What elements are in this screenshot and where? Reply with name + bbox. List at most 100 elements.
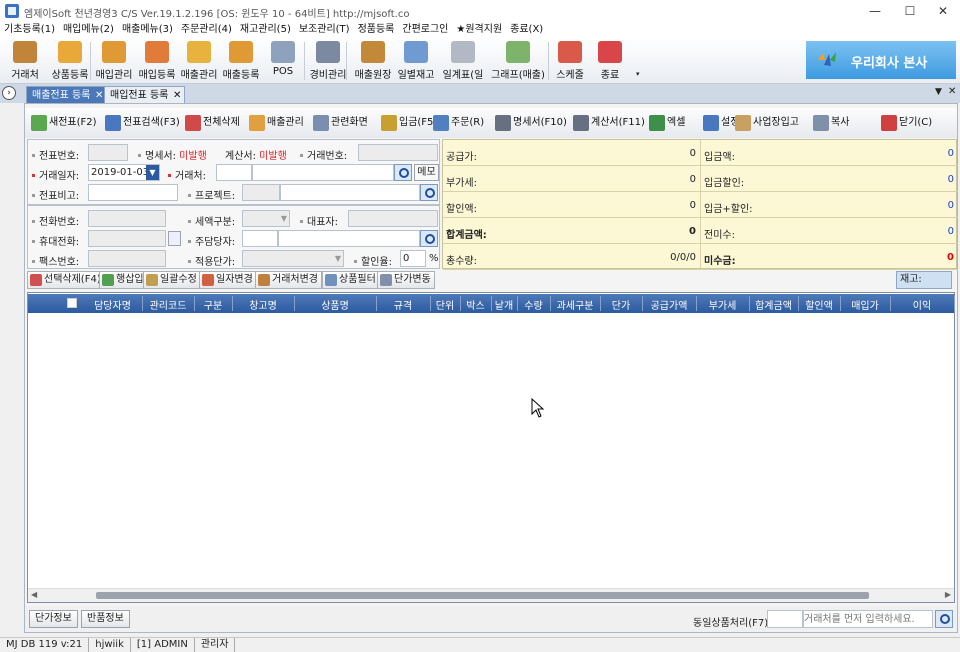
fax-field[interactable] xyxy=(88,250,166,267)
column-header[interactable]: 합계금액 xyxy=(749,297,798,312)
mobile-field[interactable] xyxy=(88,230,166,247)
date-dropdown-icon[interactable]: ▼ xyxy=(146,165,159,180)
tab-purchase-slip[interactable]: 매입전표 등록 ✕ xyxy=(104,86,186,104)
toolbar-sales-manage-button[interactable]: 매출관리 xyxy=(178,40,220,82)
return-info-button[interactable]: 반품정보 xyxy=(81,610,130,628)
collapse-panel-icon[interactable]: › xyxy=(2,86,16,100)
action-button[interactable]: 전체삭제 xyxy=(183,112,240,134)
toolbar-pos-button[interactable]: POS xyxy=(262,40,304,82)
project-code-field[interactable] xyxy=(242,184,280,201)
row-action-button[interactable]: 일괄수정 xyxy=(143,271,201,289)
action-button[interactable]: 사업장입고 xyxy=(733,112,799,134)
column-header[interactable]: 규격 xyxy=(376,297,430,312)
manager-search-icon[interactable] xyxy=(420,230,438,247)
action-button[interactable]: 전표검색(F3) xyxy=(103,112,180,134)
action-button[interactable]: 계산서(F11) xyxy=(571,112,645,134)
action-button[interactable]: 입금(F5) xyxy=(379,112,437,134)
manager-code-field[interactable] xyxy=(242,230,278,247)
project-search-icon[interactable] xyxy=(420,184,438,201)
scroll-left-icon[interactable]: ◀ xyxy=(31,590,37,599)
column-header[interactable]: 창고명 xyxy=(232,297,294,312)
column-header[interactable]: 관리코드 xyxy=(142,297,194,312)
memo-button[interactable]: 메모 xyxy=(414,164,439,181)
toolbar-exit-button[interactable]: 종료 xyxy=(592,40,628,82)
tax-type-select[interactable]: ▼ xyxy=(242,210,290,227)
toolbar-purchase-manage-button[interactable]: 매입관리 xyxy=(92,40,136,82)
row-action-button[interactable]: 일자변경 xyxy=(199,271,257,289)
customer-search-icon[interactable] xyxy=(394,164,412,181)
close-icon[interactable]: ✕ xyxy=(95,87,103,104)
column-divider[interactable] xyxy=(954,296,955,311)
menu-item[interactable]: 간편로그인 xyxy=(398,22,452,38)
scroll-right-icon[interactable]: ▶ xyxy=(945,590,951,599)
column-header[interactable]: 공급가액 xyxy=(642,297,696,312)
column-header[interactable]: 구분 xyxy=(194,297,232,312)
customer-code-field[interactable] xyxy=(216,164,252,181)
minimize-button[interactable]: — xyxy=(860,2,890,20)
toolbar-calendar-button[interactable]: 스케줄 xyxy=(550,40,590,82)
apply-price-select[interactable]: ▼ xyxy=(242,250,344,267)
column-header[interactable]: 할인액 xyxy=(798,297,840,312)
close-button[interactable]: ✕ xyxy=(928,2,958,20)
toolbar-product-register-button[interactable]: 상품등록 xyxy=(48,40,92,82)
column-header[interactable]: 단위 xyxy=(430,297,460,312)
toolbar-purchase-register-button[interactable]: 매입등록 xyxy=(136,40,178,82)
select-all-checkbox[interactable] xyxy=(67,298,77,308)
close-icon[interactable]: ✕ xyxy=(173,87,181,104)
column-header[interactable]: 담당자명 xyxy=(83,297,142,312)
project-name-field[interactable] xyxy=(280,184,420,201)
phone-book-icon[interactable] xyxy=(168,231,181,246)
toolbar-overflow-icon[interactable]: ▾ xyxy=(636,70,640,78)
slip-items-grid[interactable]: 담당자명 관리코드 구분 창고명 상품명 규격 단위 박스 낱개 수량 과세구분 단가 공급가액 부가세 합… xyxy=(27,292,955,603)
action-button[interactable]: 새전표(F2) xyxy=(29,112,97,134)
price-info-button[interactable]: 단가정보 xyxy=(29,610,78,628)
ceo-field[interactable] xyxy=(348,210,438,227)
row-action-button[interactable]: 상품필터 xyxy=(322,271,380,289)
maximize-button[interactable]: ☐ xyxy=(895,2,925,20)
horizontal-scrollbar[interactable]: ◀ ▶ xyxy=(28,588,954,602)
menu-item[interactable]: 기초등록(1) xyxy=(0,22,59,38)
toolbar-customer-button[interactable]: 거래처 xyxy=(4,40,46,82)
scroll-thumb[interactable] xyxy=(96,592,869,599)
customer-name-field[interactable] xyxy=(252,164,394,181)
toolbar-daily-report-button[interactable]: 일계표(일반) xyxy=(438,40,488,96)
action-button[interactable]: 복사 xyxy=(811,112,849,134)
toolbar-expense-button[interactable]: 경비관리 xyxy=(306,40,350,82)
column-header[interactable]: 낱개 xyxy=(491,297,517,312)
tab-list-dropdown-icon[interactable]: ▼ xyxy=(935,87,942,97)
toolbar-sales-register-button[interactable]: 매출등록 xyxy=(220,40,262,82)
menu-item[interactable]: 보조관리(T) xyxy=(295,22,354,38)
slip-note-field[interactable] xyxy=(88,184,178,201)
product-search-input[interactable] xyxy=(803,610,933,628)
menu-item[interactable]: ★원격지원 xyxy=(452,22,506,38)
menu-item[interactable]: 재고관리(5) xyxy=(236,22,295,38)
menu-item[interactable]: 정품등록 xyxy=(354,22,399,38)
toolbar-sales-ledger-button[interactable]: 매출원장 xyxy=(352,40,394,82)
action-button[interactable]: 엑셀 xyxy=(647,112,685,134)
row-action-button[interactable]: 선택삭제(F4) xyxy=(27,271,105,289)
column-header[interactable]: 박스 xyxy=(460,297,491,312)
action-button[interactable]: 명세서(F10) xyxy=(493,112,567,134)
column-header[interactable]: 부가세 xyxy=(696,297,749,312)
phone-field[interactable] xyxy=(88,210,166,227)
action-button[interactable]: 닫기(C) xyxy=(879,112,932,134)
action-button[interactable]: 매출관리 xyxy=(247,112,304,134)
menu-item[interactable]: 매출메뉴(3) xyxy=(118,22,177,38)
same-product-field[interactable] xyxy=(767,610,803,628)
column-header[interactable]: 단가 xyxy=(600,297,642,312)
toolbar-graph-button[interactable]: 그래프(매출) xyxy=(490,40,546,82)
slip-no-field[interactable] xyxy=(88,144,128,161)
menu-item[interactable]: 종료(X) xyxy=(506,22,547,38)
column-header[interactable]: 수량 xyxy=(517,297,550,312)
column-header[interactable]: 이익 xyxy=(890,297,954,312)
trade-no-field[interactable] xyxy=(358,144,438,161)
column-header[interactable]: 상품명 xyxy=(294,297,376,312)
action-button[interactable]: 주문(R) xyxy=(431,112,484,134)
toolbar-daily-stock-button[interactable]: 일별재고 xyxy=(394,40,438,82)
action-button[interactable]: 관련화면 xyxy=(311,112,368,134)
menu-item[interactable]: 매입메뉴(2) xyxy=(59,22,118,38)
column-header[interactable]: 과세구분 xyxy=(550,297,600,312)
row-action-button[interactable]: 거래처변경 xyxy=(255,271,322,289)
discount-rate-field[interactable]: 0 xyxy=(400,250,426,267)
row-action-button[interactable]: 단가변동 xyxy=(377,271,435,289)
